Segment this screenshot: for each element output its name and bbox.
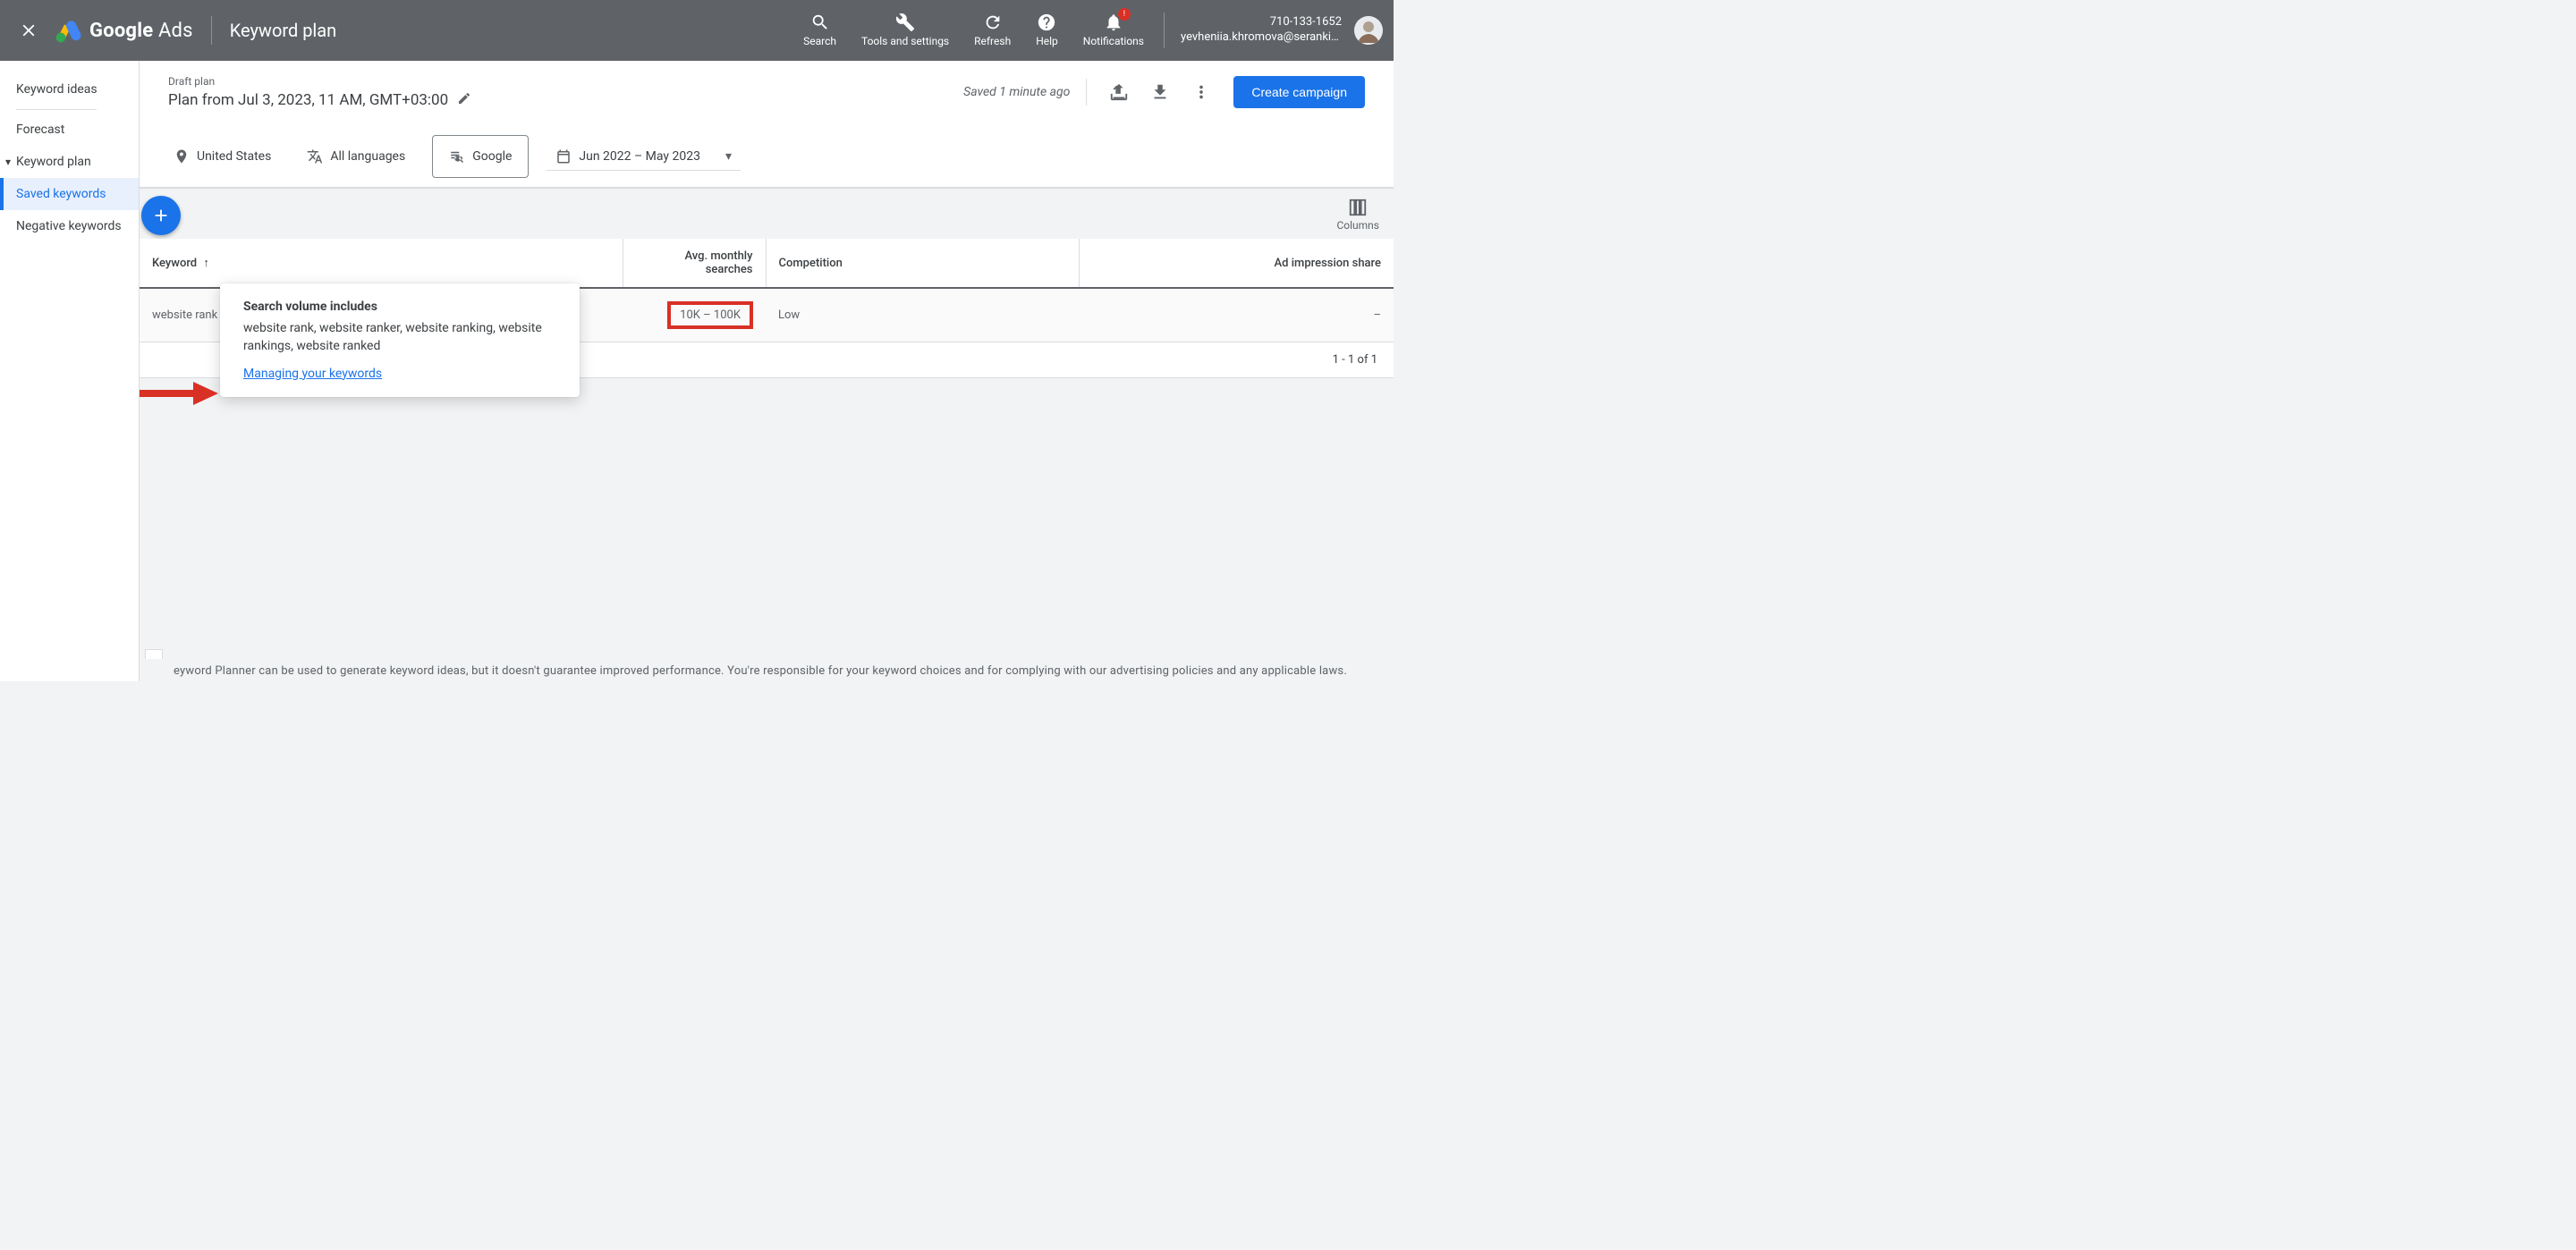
content-area: Keyword ideas Forecast Keyword plan Save… [0,61,1394,681]
plan-name-row: Plan from Jul 3, 2023, 11 AM, GMT+03:00 [168,91,471,109]
add-keyword-button[interactable] [141,196,181,235]
language-label: All languages [330,149,405,164]
header-inline-divider [1086,79,1087,106]
tools-settings-button[interactable]: Tools and settings [849,0,962,61]
tooltip-title: Search volume includes [243,300,560,314]
columns-label: Columns [1336,219,1379,232]
account-id: 710-133-1652 [1181,15,1342,30]
search-network-icon [449,148,465,165]
network-filter[interactable]: Google [432,135,529,178]
help-button[interactable]: Help [1023,0,1071,61]
col-ad-impression-share[interactable]: Ad impression share [1079,239,1394,288]
cell-ad-impression: – [1079,288,1394,342]
edit-plan-name-button[interactable] [457,91,471,109]
account-info[interactable]: 710-133-1652 yevheniia.khromova@serankin… [1172,15,1351,46]
header-divider [211,16,212,45]
draft-plan-label: Draft plan [168,75,471,88]
col-avg-searches[interactable]: Avg. monthly searches [623,239,766,288]
network-label: Google [472,149,512,164]
user-avatar[interactable] [1354,16,1383,45]
tools-label: Tools and settings [861,35,949,47]
download-button[interactable] [1144,76,1176,108]
wrench-icon [895,13,915,32]
pencil-icon [457,91,471,106]
notifications-button[interactable]: ! Notifications [1071,0,1157,61]
header-right: Search Tools and settings Refresh Help !… [791,0,1383,61]
refresh-button[interactable]: Refresh [962,0,1023,61]
google-ads-icon [54,16,82,45]
refresh-icon [983,13,1003,32]
search-icon [810,13,830,32]
plus-icon [151,206,171,225]
sidebar-item-negative-keywords[interactable]: Negative keywords [0,210,139,242]
app-header: Google Ads Keyword plan Search Tools and… [0,0,1394,61]
help-icon [1037,13,1056,32]
cell-competition: Low [766,288,1079,342]
sidebar-divider [16,109,97,110]
saved-status: Saved 1 minute ago [963,85,1070,99]
download-icon [1150,82,1170,102]
filters-row: United States All languages Google Jun 2… [140,125,1394,188]
more-vert-icon [1191,82,1211,102]
sidebar-keyword-plan-label: Keyword plan [16,155,91,169]
sidebar-item-forecast[interactable]: Forecast [0,114,139,146]
header-left: Google Ads Keyword plan [11,13,336,48]
footer-disclaimer: eyword Planner can be used to generate k… [140,659,1394,681]
table-header-row: Keyword ↑ Avg. monthly searches Competit… [140,239,1394,288]
table-actions-row: Columns [140,189,1394,239]
main-panel: Draft plan Plan from Jul 3, 2023, 11 AM,… [140,61,1394,681]
columns-icon [1348,198,1368,217]
header-divider-right [1164,13,1165,48]
refresh-label: Refresh [974,35,1011,47]
search-label: Search [803,35,836,47]
notification-badge: ! [1118,8,1131,21]
plan-header: Draft plan Plan from Jul 3, 2023, 11 AM,… [140,61,1394,125]
sidebar: Keyword ideas Forecast Keyword plan Save… [0,61,140,681]
chevron-down-icon: ▾ [725,149,732,164]
plan-header-right: Saved 1 minute ago Create campaign [963,76,1365,108]
page-title: Keyword plan [230,20,337,41]
more-options-button[interactable] [1185,76,1217,108]
sort-asc-icon: ↑ [203,257,209,270]
sidebar-item-keyword-ideas[interactable]: Keyword ideas [0,73,139,106]
plan-top: Draft plan Plan from Jul 3, 2023, 11 AM,… [140,61,1394,189]
columns-button[interactable]: Columns [1336,198,1379,235]
location-label: United States [197,149,271,164]
upload-icon [1109,82,1129,102]
google-ads-logo-text: Google Ads [89,20,193,42]
col-keyword[interactable]: Keyword ↑ [140,239,623,288]
translate-icon [307,148,323,165]
tooltip-link[interactable]: Managing your keywords [243,367,382,381]
close-icon [19,21,38,40]
table-container: Keyword ↑ Avg. monthly searches Competit… [140,239,1394,378]
col-keyword-label: Keyword [152,257,197,270]
plan-header-left: Draft plan Plan from Jul 3, 2023, 11 AM,… [168,75,471,109]
google-ads-logo[interactable]: Google Ads [54,16,193,45]
create-campaign-button[interactable]: Create campaign [1233,76,1365,108]
annotation-arrow-icon [140,380,220,407]
avatar-icon [1354,16,1383,45]
language-filter[interactable]: All languages [298,141,414,172]
location-filter[interactable]: United States [165,141,280,172]
tooltip-body: website rank, website ranker, website ra… [243,319,560,356]
close-button[interactable] [11,13,47,48]
sidebar-item-keyword-plan[interactable]: Keyword plan [0,146,139,178]
notifications-label: Notifications [1083,35,1144,47]
location-icon [174,148,190,165]
calendar-icon [555,148,572,165]
share-button[interactable] [1103,76,1135,108]
sidebar-item-saved-keywords[interactable]: Saved keywords [0,178,139,210]
search-volume-tooltip: Search volume includes website rank, web… [220,283,580,397]
account-email: yevheniia.khromova@serankin… [1181,30,1342,46]
search-button[interactable]: Search [791,0,849,61]
col-competition[interactable]: Competition [766,239,1079,288]
date-range-filter[interactable]: Jun 2022 – May 2023 ▾ [547,141,741,171]
date-range-label: Jun 2022 – May 2023 [579,149,700,164]
avg-searches-highlight: 10K – 100K [667,301,753,329]
cell-avg-searches: 10K – 100K [623,288,766,342]
help-label: Help [1036,35,1058,47]
plan-name: Plan from Jul 3, 2023, 11 AM, GMT+03:00 [168,91,448,109]
